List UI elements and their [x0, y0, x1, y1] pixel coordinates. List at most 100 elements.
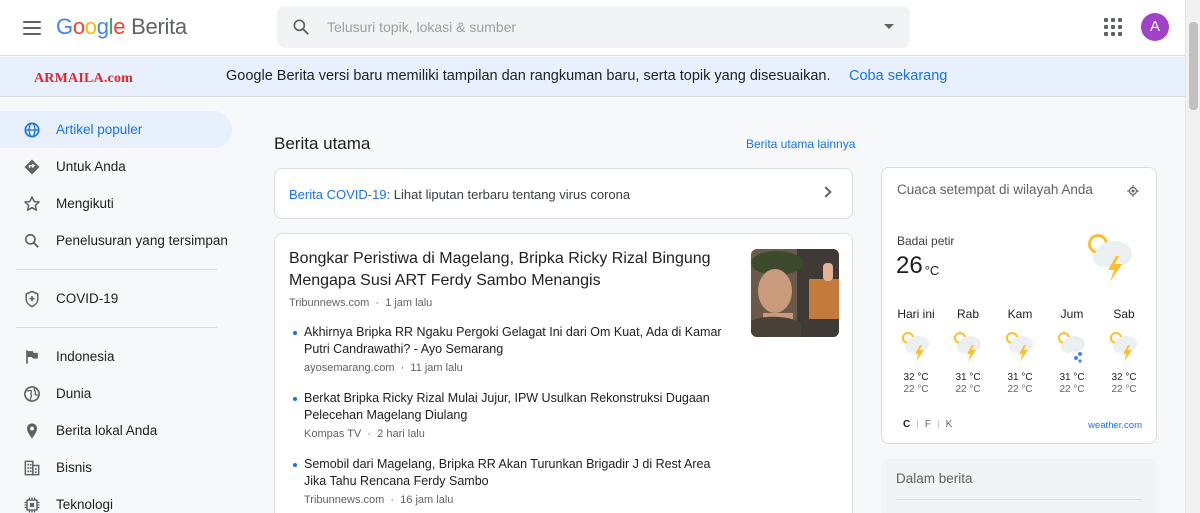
related-story-title[interactable]: Semobil dari Magelang, Bripka RR Akan Tu…	[304, 456, 729, 490]
account-avatar[interactable]: A	[1141, 13, 1169, 41]
search-icon[interactable]	[291, 17, 311, 37]
sidebar-item-indonesia[interactable]: Indonesia	[0, 338, 232, 375]
thunderstorm-icon	[1006, 332, 1033, 362]
covid-coverage-card[interactable]: Berita COVID-19: Lihat liputan terbaru t…	[274, 168, 853, 219]
rain-icon	[1058, 332, 1085, 363]
top-app-bar: GoogleBerita A	[0, 0, 1185, 56]
sidebar-item-technology[interactable]: Teknologi	[0, 486, 232, 513]
top-story-card: Bongkar Peristiwa di Magelang, Bripka Ri…	[274, 233, 853, 513]
related-story: Semobil dari Magelang, Bripka RR Akan Tu…	[289, 456, 729, 506]
chevron-right-icon	[820, 186, 832, 198]
search-dropdown-caret-icon[interactable]	[884, 24, 894, 29]
unit-kelvin[interactable]: K	[946, 419, 953, 430]
related-story-meta: ayosemarang.com · 11 jam lalu	[304, 362, 463, 374]
thunderstorm-icon	[902, 332, 929, 362]
sidebar-item-label: Mengikuti	[56, 196, 114, 211]
site-watermark: ARMAILA.com	[34, 71, 134, 86]
sidebar-item-label: Indonesia	[56, 349, 115, 364]
thunderstorm-icon	[1110, 332, 1137, 362]
thunderstorm-icon	[1088, 234, 1132, 282]
banner-message: Google Berita versi baru memiliki tampil…	[226, 68, 831, 84]
sidebar-item-following[interactable]: Mengikuti	[0, 185, 232, 222]
sidebar-item-for-you[interactable]: Untuk Anda	[0, 148, 232, 185]
covid-card-text: Berita COVID-19: Lihat liputan terbaru t…	[289, 187, 631, 202]
story-headline[interactable]: Bongkar Peristiwa di Magelang, Bripka Ri…	[289, 248, 729, 292]
story-time: 1 jam lalu	[385, 297, 433, 309]
world-icon	[24, 386, 40, 402]
sidebar-item-label: Bisnis	[56, 460, 93, 475]
related-story-title[interactable]: Berkat Bripka Ricky Rizal Mulai Jujur, I…	[304, 390, 729, 424]
sidebar-item-local-news[interactable]: Berita lokal Anda	[0, 412, 232, 449]
search-bar[interactable]	[277, 6, 910, 48]
related-story-title[interactable]: Akhirnya Bripka RR Ngaku Pergoki Gelagat…	[304, 324, 729, 358]
story-thumbnail[interactable]	[751, 249, 839, 337]
thunderstorm-icon	[954, 332, 981, 362]
forecast-day[interactable]: Kam 31 °C 22 °C	[994, 307, 1046, 395]
in-the-news-title: Dalam berita	[896, 471, 973, 486]
sidebar-item-covid[interactable]: COVID-19	[0, 280, 232, 317]
forecast-day[interactable]: Sab 32 °C 22 °C	[1098, 307, 1150, 395]
try-now-link[interactable]: Coba sekarang	[849, 68, 947, 84]
related-story: Berkat Bripka Ricky Rizal Mulai Jujur, I…	[289, 390, 729, 440]
story-source[interactable]: Tribunnews.com	[289, 297, 369, 309]
unit-switcher: C | F | K	[903, 419, 953, 430]
sidebar-nav: Artikel populer Untuk Anda Mengikuti Pen…	[0, 111, 240, 513]
sidebar-divider	[16, 327, 217, 328]
more-top-stories-link[interactable]: Berita utama lainnya	[746, 137, 855, 151]
sidebar-item-label: Artikel populer	[56, 122, 143, 137]
divider	[896, 499, 1142, 500]
unit-celsius[interactable]: C	[903, 419, 910, 430]
sidebar-item-label: Berita lokal Anda	[56, 423, 158, 438]
forecast-day[interactable]: Rab 31 °C 22 °C	[942, 307, 994, 395]
forecast-row: Hari ini 32 °C 22 °C Rab 31 °C 22 °C Kam…	[890, 307, 1150, 395]
in-the-news-card: Dalam berita	[881, 459, 1157, 513]
bullet	[293, 463, 297, 467]
section-title: Berita utama	[274, 134, 371, 153]
scrollbar-thumb[interactable]	[1189, 22, 1198, 110]
weather-card: Cuaca setempat di wilayah Anda Badai pet…	[881, 167, 1157, 444]
related-story-meta: Kompas TV · 2 hari lalu	[304, 428, 425, 440]
story-photo	[751, 249, 839, 337]
related-story-meta: Tribunnews.com · 16 jam lalu	[304, 494, 454, 506]
flag-icon	[26, 350, 38, 364]
sidebar-item-label: Dunia	[56, 386, 92, 401]
sidebar-item-popular[interactable]: Artikel populer	[0, 111, 232, 148]
google-news-logo[interactable]: Google Berita	[56, 14, 187, 40]
sidebar-item-label: Teknologi	[56, 497, 114, 512]
sidebar-item-saved-searches[interactable]: Penelusuran yang tersimpan	[0, 222, 232, 259]
sidebar-item-label: Untuk Anda	[56, 159, 126, 174]
bullet	[293, 331, 297, 335]
building-icon	[24, 460, 40, 476]
sidebar-item-business[interactable]: Bisnis	[0, 449, 232, 486]
related-story-source[interactable]: ayosemarang.com	[304, 362, 395, 374]
my-location-icon[interactable]	[1126, 184, 1140, 198]
related-story: Akhirnya Bripka RR Ngaku Pergoki Gelagat…	[289, 324, 729, 374]
weather-title: Cuaca setempat di wilayah Anda	[897, 182, 1093, 197]
globe-icon	[24, 122, 40, 138]
sidebar-item-label: Penelusuran yang tersimpan	[56, 233, 228, 248]
menu-icon[interactable]	[20, 16, 44, 40]
bullet	[293, 397, 297, 401]
sidebar-divider	[16, 269, 217, 270]
chip-icon	[24, 497, 40, 513]
forecast-day[interactable]: Jum 31 °C 22 °C	[1046, 307, 1098, 395]
diamond-icon	[24, 159, 40, 175]
related-story-source[interactable]: Tribunnews.com	[304, 494, 384, 506]
page-scrollbar[interactable]	[1185, 0, 1200, 513]
new-version-banner: ARMAILA.com Google Berita versi baru mem…	[0, 57, 1185, 97]
sidebar-item-label: COVID-19	[56, 291, 119, 306]
apps-grid-icon[interactable]	[1104, 18, 1122, 36]
shield-icon	[25, 290, 39, 308]
sidebar-item-world[interactable]: Dunia	[0, 375, 232, 412]
search-icon	[24, 233, 39, 248]
related-story-source[interactable]: Kompas TV	[304, 428, 361, 440]
star-icon	[24, 196, 40, 211]
current-temperature: 26 °C	[896, 252, 940, 279]
forecast-day[interactable]: Hari ini 32 °C 22 °C	[890, 307, 942, 395]
location-pin-icon	[27, 423, 37, 439]
weather-condition: Badai petir	[897, 234, 955, 248]
unit-fahrenheit[interactable]: F	[925, 419, 931, 430]
search-input[interactable]	[327, 16, 847, 38]
story-meta: Tribunnews.com · 1 jam lalu	[289, 297, 433, 309]
weather-source-link[interactable]: weather.com	[1088, 420, 1142, 431]
